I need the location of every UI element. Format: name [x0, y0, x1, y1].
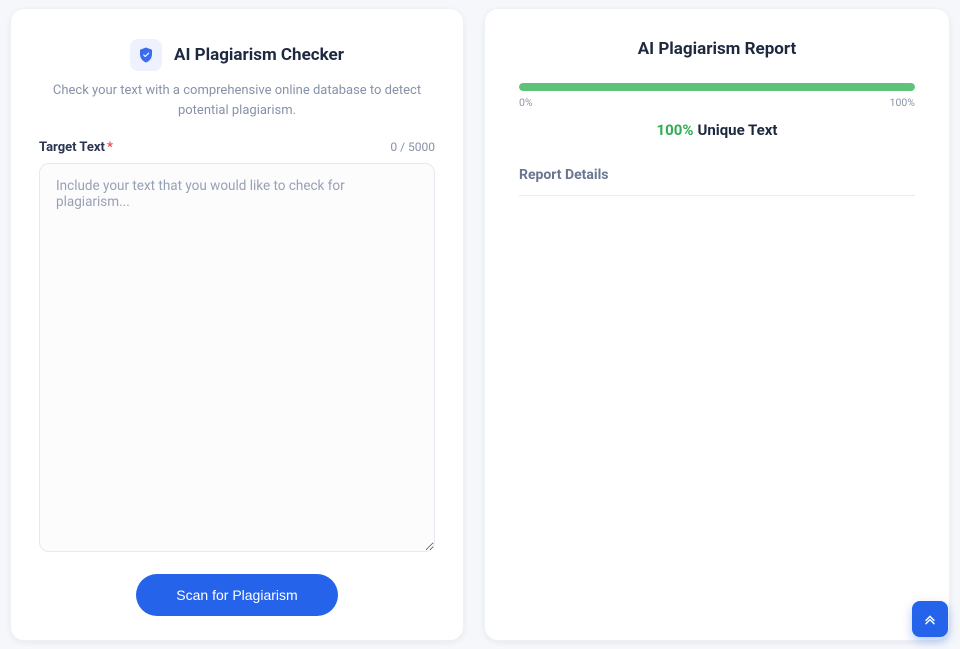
- unique-percent: 100%: [657, 121, 694, 139]
- checker-panel: AI Plagiarism Checker Check your text wi…: [10, 8, 464, 641]
- unique-progress: 0% 100%: [519, 83, 915, 109]
- double-chevron-up-icon: [922, 611, 938, 627]
- shield-icon: [130, 39, 162, 71]
- progress-min-label: 0%: [519, 96, 533, 109]
- progress-max-label: 100%: [890, 96, 915, 109]
- unique-label: Unique Text: [697, 121, 777, 139]
- target-text-label-text: Target Text: [39, 140, 105, 155]
- progress-fill: [519, 83, 915, 91]
- progress-labels: 0% 100%: [519, 96, 915, 109]
- scan-button[interactable]: Scan for Plagiarism: [136, 574, 337, 616]
- required-asterisk: *: [107, 140, 113, 155]
- progress-bar: [519, 83, 915, 91]
- checker-subtitle: Check your text with a comprehensive onl…: [39, 81, 435, 120]
- report-title: AI Plagiarism Report: [519, 39, 915, 59]
- char-counter: 0 / 5000: [390, 140, 435, 154]
- target-text-label: Target Text*: [39, 140, 113, 155]
- report-panel: AI Plagiarism Report 0% 100% 100%Unique …: [484, 8, 950, 641]
- checker-title: AI Plagiarism Checker: [174, 45, 344, 65]
- report-details-heading: Report Details: [519, 167, 915, 196]
- checker-header: AI Plagiarism Checker: [39, 39, 435, 71]
- target-text-input[interactable]: [39, 163, 435, 552]
- unique-text-summary: 100%Unique Text: [519, 121, 915, 139]
- target-text-label-row: Target Text* 0 / 5000: [39, 140, 435, 155]
- scroll-to-top-button[interactable]: [912, 601, 948, 637]
